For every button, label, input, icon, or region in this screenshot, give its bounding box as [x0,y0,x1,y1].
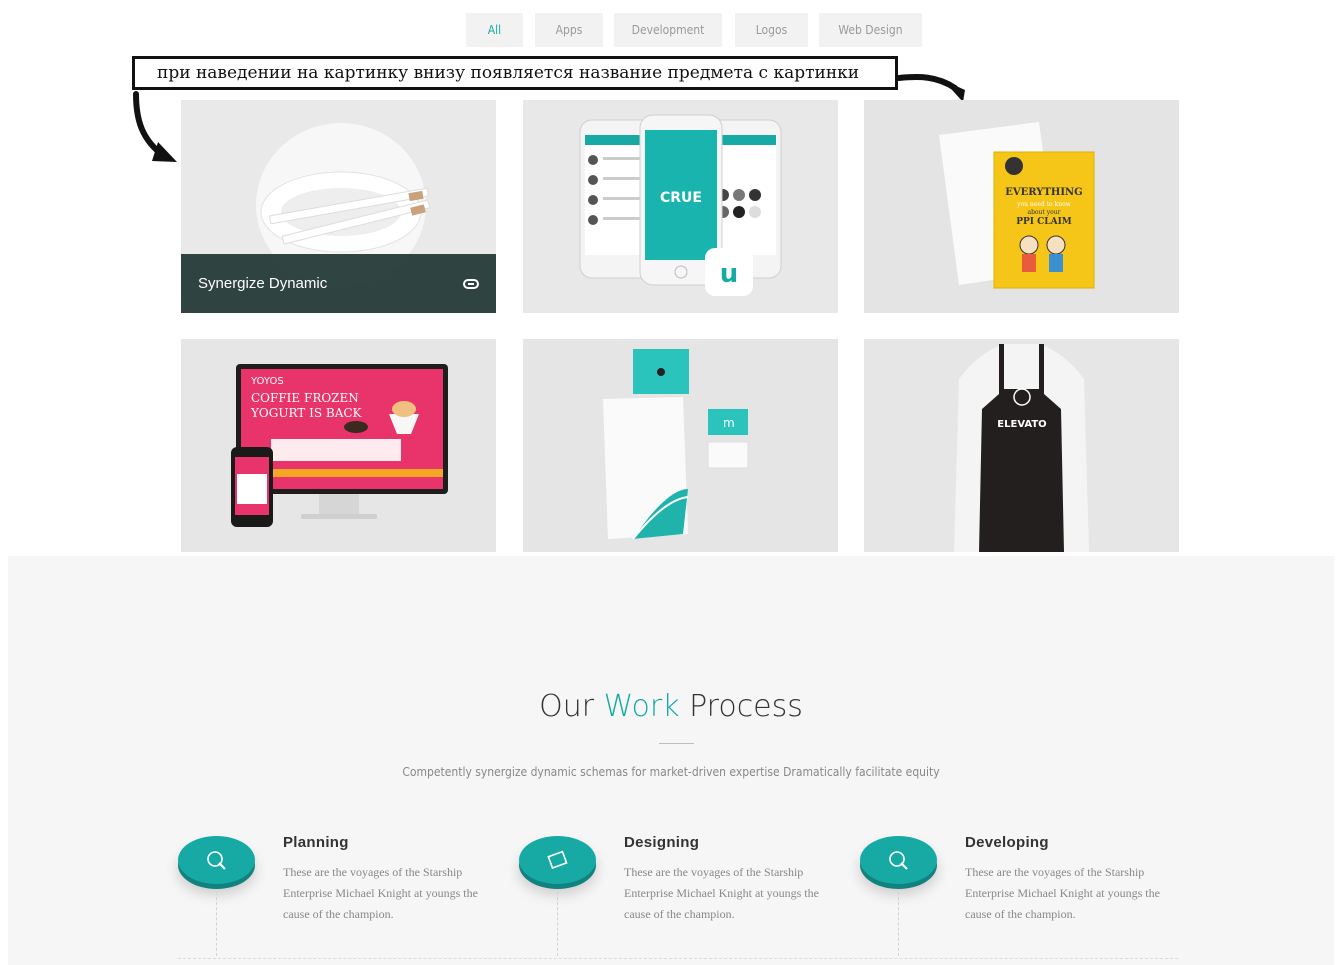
portfolio-item-pencils[interactable]: Synergize Dynamic [181,100,496,313]
step-developing: Developing These are the voyages of the … [860,834,1190,959]
filter-apps[interactable]: Apps [535,13,603,47]
lightbulb-icon [178,836,255,884]
svg-text:u: u [720,259,739,289]
step-connector [898,892,899,956]
screen-line-3: YOGURT IS BACK [250,406,363,420]
screen-line-2: COFFIE FROZEN [251,391,359,405]
apron-label: ELEVATO [997,419,1046,430]
design-icon [519,836,596,884]
filter-logos[interactable]: Logos [735,13,808,47]
filter-web-design[interactable]: Web Design [819,13,922,47]
app-brand-label: CRUE [660,190,702,206]
svg-text:m: m [723,416,735,430]
step-designing: Designing These are the voyages of the S… [519,834,849,959]
poster-envelope-image: EVERYTHING you need to know about your P… [864,100,1179,313]
annotation-note: при наведении на картинку внизу появляет… [132,56,898,90]
annotation-text: при наведении на картинку внизу появляет… [157,63,860,83]
portfolio-item-stationery[interactable]: m [523,339,838,552]
filter-all[interactable]: All [466,13,523,47]
filter-development[interactable]: Development [614,13,722,47]
link-icon[interactable] [463,278,479,289]
arrow-down-left-icon [133,91,177,162]
poster-line-2: you need to know [1016,201,1072,208]
section-bottom-rule [178,958,1178,959]
process-title: Our Work Process [8,689,1334,724]
portfolio-item-app[interactable]: CRUE u [523,100,838,313]
step-planning: Planning These are the voyages of the St… [178,834,508,959]
poster-line-1: EVERYTHING [1005,187,1082,198]
title-part-1: Our [539,689,604,724]
step-title: Planning [283,834,349,851]
title-divider [659,743,694,744]
title-accent: Work [603,689,680,724]
title-part-2: Process [679,689,803,724]
portfolio-item-poster[interactable]: EVERYTHING you need to know about your P… [864,100,1179,313]
mobile-app-image: CRUE u [523,100,838,313]
step-title: Designing [624,834,700,851]
portfolio-item-website[interactable]: YOYOS COFFIE FROZEN YOGURT IS BACK [181,339,496,552]
hover-caption[interactable]: Synergize Dynamic [181,254,496,313]
apron-image: ELEVATO [864,339,1179,552]
stationery-image: m [523,339,838,552]
process-subtitle: Competently synergize dynamic schemas fo… [402,765,940,779]
step-text: These are the voyages of the Starship En… [624,865,819,921]
lightbulb-icon [860,836,937,884]
step-text: These are the voyages of the Starship En… [965,865,1160,921]
poster-line-3: about your [1028,209,1061,216]
poster-line-4: PPI CLAIM [1016,217,1072,227]
screen-line-1: YOYOS [250,376,284,387]
step-connector [557,892,558,956]
step-title: Developing [965,834,1049,851]
step-connector [216,892,217,956]
work-process-section: Our Work Process Competently synergize d… [8,556,1334,965]
portfolio-item-apron[interactable]: ELEVATO [864,339,1179,552]
caption-title: Synergize Dynamic [198,275,328,292]
website-monitor-image: YOYOS COFFIE FROZEN YOGURT IS BACK [181,339,496,552]
step-text: These are the voyages of the Starship En… [283,865,478,921]
